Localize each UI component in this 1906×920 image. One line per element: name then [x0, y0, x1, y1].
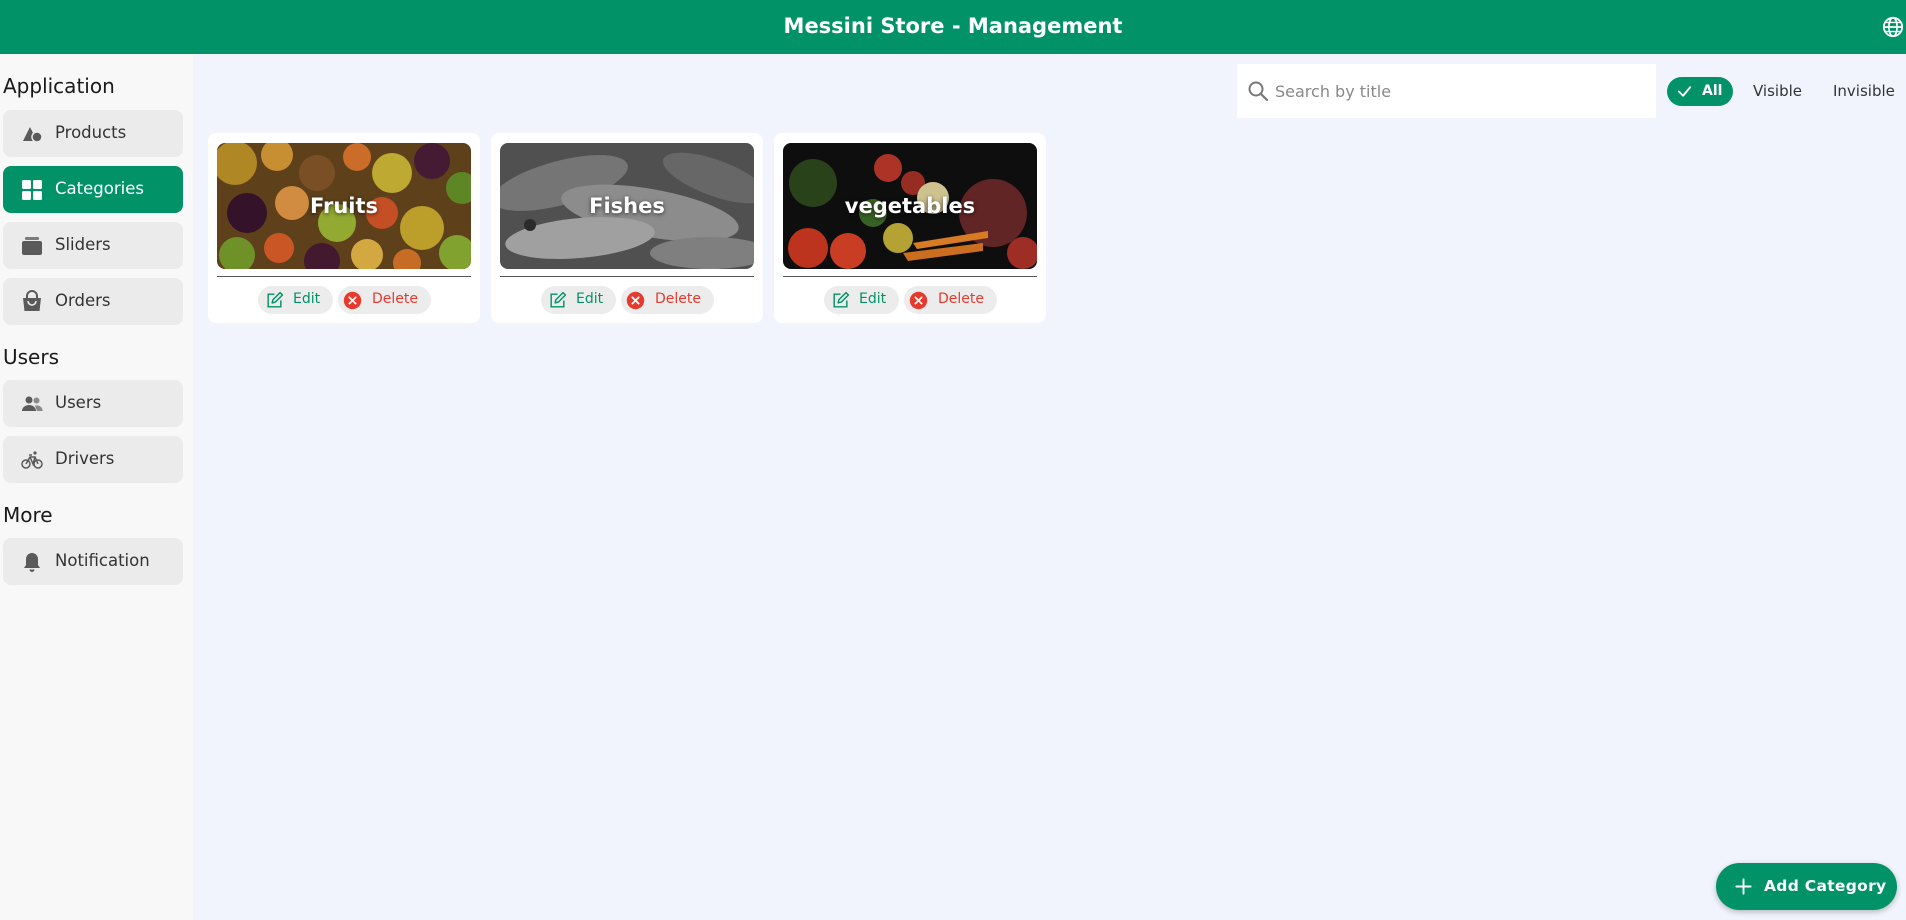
edit-label: Edit [576, 291, 604, 307]
category-card-vegetables: vegetables Edit Delete [774, 133, 1046, 323]
bell-icon [24, 553, 40, 572]
edit-label: Edit [293, 291, 321, 307]
delete-label: Delete [938, 291, 984, 307]
delete-label: Delete [655, 291, 701, 307]
app-header: Messini Store - Management [0, 0, 1906, 54]
shapes-icon [23, 127, 43, 143]
add-category-button[interactable]: Add Category [1716, 863, 1897, 910]
close-circle-icon [909, 291, 928, 310]
category-name: vegetables [844, 194, 976, 218]
card-divider [500, 276, 754, 277]
edit-icon [550, 291, 567, 308]
edit-button[interactable]: Edit [541, 286, 616, 314]
delete-button[interactable]: Delete [904, 286, 997, 314]
sidebar-item-orders[interactable]: Orders [3, 278, 183, 325]
filter-all-label: All [1702, 83, 1723, 99]
sidebar-item-label: Categories [55, 179, 144, 198]
edit-button[interactable]: Edit [824, 286, 899, 314]
sidebar-item-categories[interactable]: Categories [3, 166, 183, 213]
delete-button[interactable]: Delete [621, 286, 714, 314]
search-box [1237, 64, 1656, 118]
edit-button[interactable]: Edit [258, 286, 333, 314]
sidebar-item-products[interactable]: Products [3, 110, 183, 157]
delete-label: Delete [372, 291, 418, 307]
shopping-bag-icon [23, 290, 41, 311]
sidebar: Application Products Categories Sliders … [0, 54, 193, 920]
edit-icon [267, 291, 284, 308]
plus-icon [1735, 878, 1752, 895]
grid-icon [22, 180, 42, 200]
card-divider [783, 276, 1037, 277]
edit-icon [833, 291, 850, 308]
sidebar-item-notification[interactable]: Notification [3, 538, 183, 585]
category-card-fruits: Fruits Edit Delete [208, 133, 480, 323]
page-title: Messini Store - Management [783, 14, 1123, 38]
sidebar-section-more: More [3, 503, 53, 527]
sidebar-section-users: Users [3, 345, 60, 369]
search-input[interactable] [1275, 64, 1645, 118]
add-category-label: Add Category [1764, 877, 1887, 895]
sidebar-section-application: Application [3, 74, 115, 98]
delete-button[interactable]: Delete [338, 286, 431, 314]
sidebar-item-label: Products [55, 123, 127, 142]
filter-all-chip[interactable]: All [1667, 77, 1733, 106]
card-divider [217, 276, 471, 277]
edit-label: Edit [859, 291, 887, 307]
category-name: Fishes [589, 194, 665, 218]
sidebar-item-label: Drivers [55, 449, 115, 468]
sidebar-item-label: Users [55, 393, 102, 412]
category-name: Fruits [309, 194, 379, 218]
close-circle-icon [626, 291, 645, 310]
sidebar-item-label: Sliders [55, 235, 111, 254]
close-circle-icon [343, 291, 362, 310]
sidebar-item-sliders[interactable]: Sliders [3, 222, 183, 269]
sidebar-item-drivers[interactable]: Drivers [3, 436, 183, 483]
sidebar-item-label: Orders [55, 291, 111, 310]
search-icon [1248, 81, 1269, 102]
sidebar-item-users[interactable]: Users [3, 380, 183, 427]
category-card-fishes: Fishes Edit Delete [491, 133, 763, 323]
people-icon [22, 396, 43, 411]
filter-invisible[interactable]: Invisible [1833, 82, 1895, 100]
check-icon [1677, 86, 1692, 97]
bicycle-icon [21, 451, 43, 469]
globe-icon[interactable] [1882, 16, 1904, 38]
stack-icon [22, 237, 42, 255]
filter-visible[interactable]: Visible [1753, 82, 1802, 100]
sidebar-item-label: Notification [55, 551, 150, 570]
